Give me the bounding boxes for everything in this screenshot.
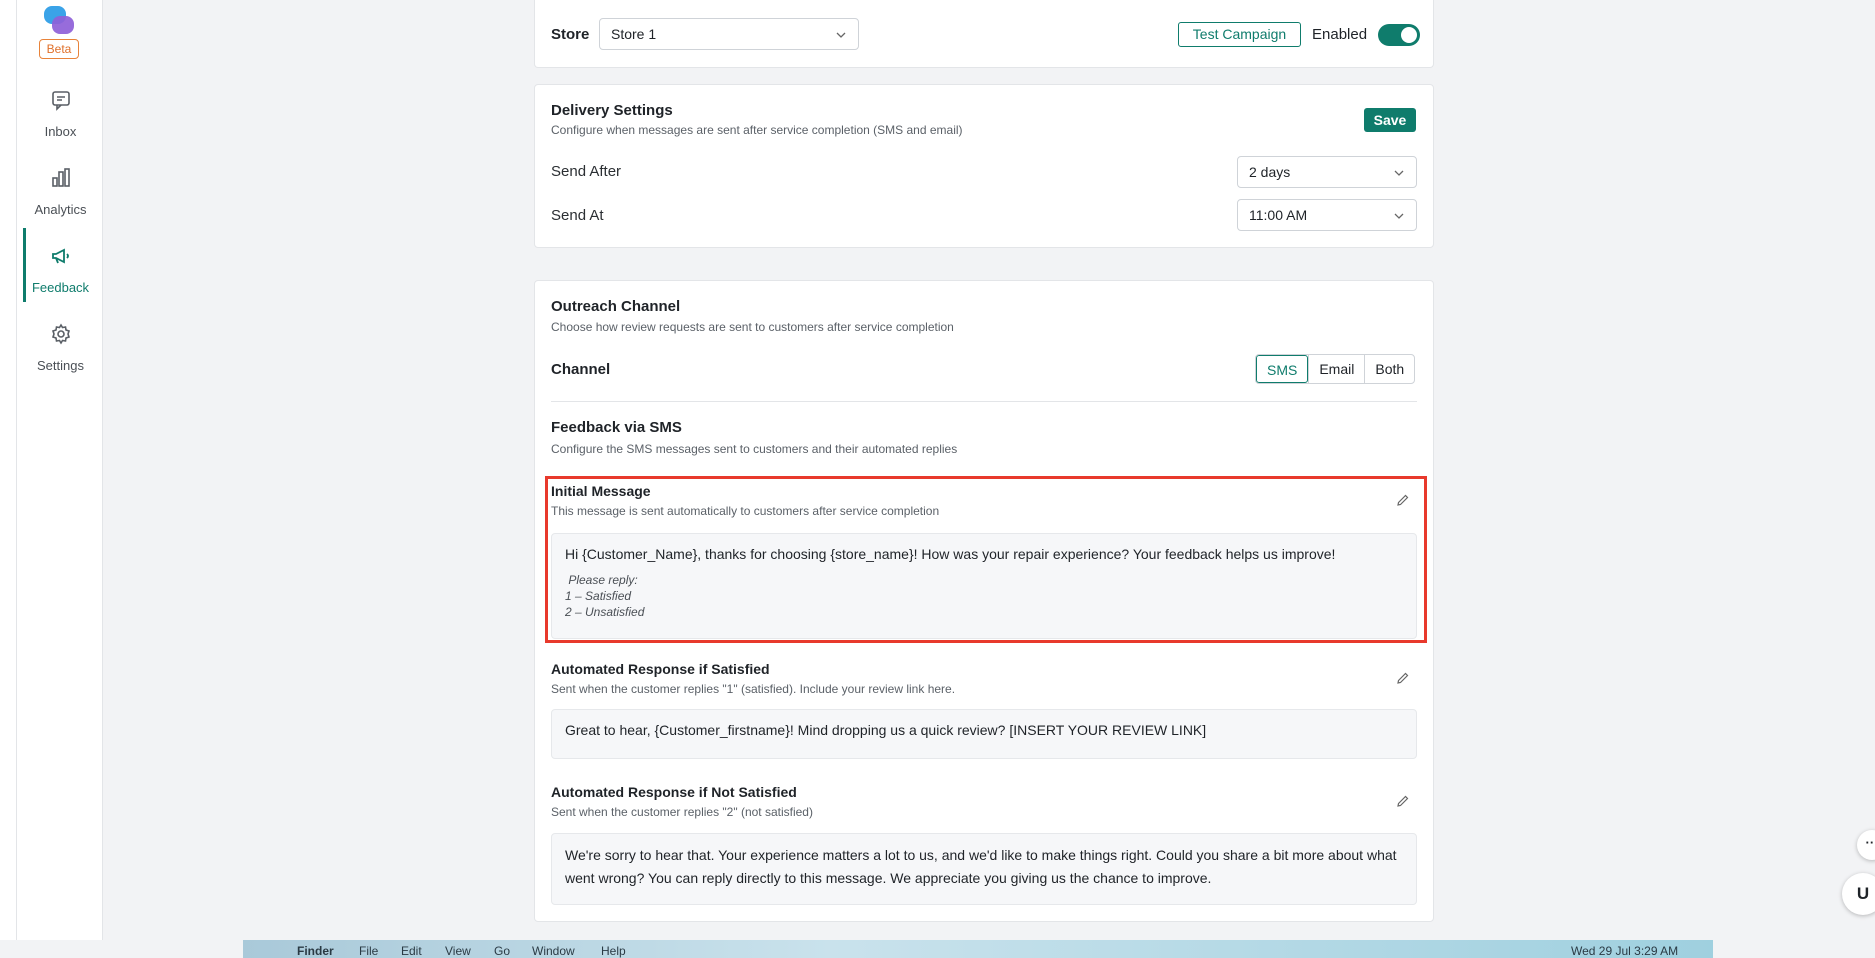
initial-message-box[interactable]: Hi {Customer_Name}, thanks for choosing …	[551, 533, 1417, 639]
store-select[interactable]: Store 1	[599, 18, 859, 50]
beta-badge: Beta	[39, 39, 79, 59]
chevron-down-icon	[1394, 213, 1404, 219]
reply-line: Please reply:	[565, 573, 638, 587]
menubar-clock: Wed 29 Jul 3:29 AM	[1571, 944, 1679, 958]
reply-line: 2 – Unsatisfied	[565, 605, 645, 619]
delivery-settings-card: Delivery Settings Configure when message…	[534, 84, 1434, 248]
satisfied-response-subtitle: Sent when the customer replies "1" (sati…	[551, 682, 956, 696]
edit-pencil-icon[interactable]	[1396, 794, 1410, 808]
store-bar-card: Store Store 1 Test Campaign Enabled	[534, 0, 1434, 68]
chevron-down-icon	[1394, 170, 1404, 176]
user-avatar-button[interactable]: U	[1842, 873, 1875, 915]
channel-option-email[interactable]: Email	[1308, 355, 1364, 383]
os-menubar: Finder File Edit View Go Window Help Wed…	[243, 940, 1713, 958]
sidebar-item-label: Feedback	[31, 280, 90, 295]
divider	[551, 401, 1417, 402]
send-at-select[interactable]: 11:00 AM	[1237, 199, 1417, 231]
edit-pencil-icon[interactable]	[1396, 493, 1410, 507]
menubar-item-window[interactable]: Window	[532, 944, 575, 958]
satisfied-message-box[interactable]: Great to hear, {Customer_firstname}! Min…	[551, 709, 1417, 759]
send-after-label: Send After	[551, 163, 622, 180]
sidebar-item-settings[interactable]: Settings	[17, 322, 104, 400]
enabled-toggle[interactable]	[1378, 24, 1420, 46]
bar-chart-icon	[52, 168, 70, 187]
chat-icon	[52, 91, 70, 111]
sidebar-item-label: Inbox	[44, 124, 77, 139]
store-label: Store	[551, 26, 590, 43]
edit-pencil-icon[interactable]	[1396, 671, 1410, 685]
enabled-label: Enabled	[1312, 26, 1368, 43]
satisfied-response-title: Automated Response if Satisfied	[551, 661, 770, 677]
channel-segmented-control: SMS Email Both	[1255, 354, 1416, 384]
test-campaign-button[interactable]: Test Campaign	[1178, 22, 1301, 47]
channel-option-both[interactable]: Both	[1364, 355, 1414, 383]
send-at-label: Send At	[551, 207, 604, 224]
initial-message-body: Hi {Customer_Name}, thanks for choosing …	[565, 546, 1336, 562]
menubar-item-edit[interactable]: Edit	[401, 944, 422, 958]
sidebar: Beta Inbox Analytics Feedback Settings	[16, 0, 103, 940]
menubar-item-help[interactable]: Help	[601, 944, 626, 958]
menubar-item-view[interactable]: View	[445, 944, 471, 958]
outreach-subtitle: Choose how review requests are sent to c…	[551, 320, 954, 334]
megaphone-icon	[52, 248, 69, 264]
left-edge	[0, 0, 16, 940]
sidebar-item-label: Analytics	[34, 202, 87, 217]
sidebar-item-feedback[interactable]: Feedback	[17, 228, 104, 322]
channel-option-sms[interactable]: SMS	[1256, 355, 1309, 383]
delivery-title: Delivery Settings	[551, 102, 673, 119]
not-satisfied-message-box[interactable]: We're sorry to hear that. Your experienc…	[551, 833, 1417, 905]
send-after-select[interactable]: 2 days	[1237, 156, 1417, 188]
outreach-card: Outreach Channel Choose how review reque…	[534, 280, 1434, 922]
not-satisfied-response-subtitle: Sent when the customer replies "2" (not …	[551, 805, 813, 819]
gear-icon	[51, 323, 71, 345]
satisfied-message-body: Great to hear, {Customer_firstname}! Min…	[565, 722, 1207, 738]
chevron-down-icon	[836, 32, 846, 38]
send-at-value: 11:00 AM	[1249, 207, 1308, 223]
sms-section-subtitle: Configure the SMS messages sent to custo…	[551, 442, 958, 456]
delivery-subtitle: Configure when messages are sent after s…	[551, 123, 963, 137]
initial-message-title: Initial Message	[551, 483, 651, 499]
sidebar-item-inbox[interactable]: Inbox	[17, 88, 104, 166]
sms-section-title: Feedback via SMS	[551, 419, 682, 436]
sidebar-item-label: Settings	[37, 358, 84, 373]
app-logo-icon	[44, 6, 74, 34]
reply-line: 1 – Satisfied	[565, 589, 632, 603]
channel-label: Channel	[551, 361, 611, 378]
store-select-value: Store 1	[611, 26, 657, 42]
not-satisfied-response-title: Automated Response if Not Satisfied	[551, 784, 797, 800]
send-after-value: 2 days	[1249, 164, 1291, 180]
menubar-item-file[interactable]: File	[359, 944, 378, 958]
more-options-button[interactable]: ···	[1857, 830, 1875, 860]
initial-message-subtitle: This message is sent automatically to cu…	[551, 504, 940, 518]
menubar-item-go[interactable]: Go	[494, 944, 510, 958]
menubar-app-name[interactable]: Finder	[297, 944, 334, 958]
sidebar-item-analytics[interactable]: Analytics	[17, 166, 104, 244]
outreach-title: Outreach Channel	[551, 298, 681, 315]
not-satisfied-message-body: We're sorry to hear that. Your experienc…	[565, 847, 1397, 886]
save-button[interactable]: Save	[1364, 108, 1416, 132]
